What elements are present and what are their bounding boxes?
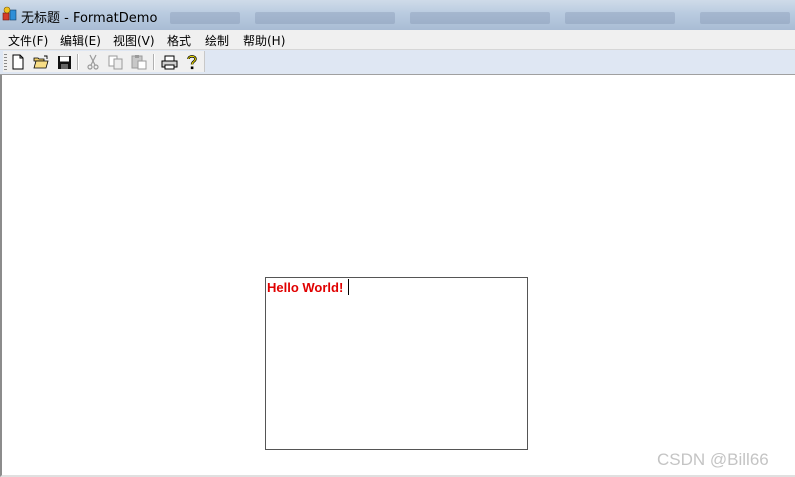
help-button[interactable] [183,53,201,71]
toolbar [0,50,795,75]
background-blur [565,12,675,24]
title-bar[interactable]: 无标题 - FormatDemo [0,0,795,31]
new-button[interactable] [9,53,27,71]
print-button[interactable] [160,53,178,71]
copy-icon [108,55,123,69]
menu-view[interactable]: 视图(V) [113,32,155,49]
text-caret [348,279,349,295]
menu-help[interactable]: 帮助(H) [243,32,285,49]
background-blur [700,12,790,24]
new-icon [12,54,24,70]
toolbar-grip[interactable] [4,54,7,70]
help-icon [187,55,197,70]
cut-button[interactable] [84,53,102,71]
window-title: 无标题 - FormatDemo [21,11,158,26]
paste-icon [131,55,147,70]
open-icon [33,55,49,69]
background-blur [170,12,240,24]
open-button[interactable] [32,53,50,71]
menu-file[interactable]: 文件(F) [8,32,48,49]
toolbar-separator [77,54,79,70]
menu-bar: 文件(F) 编辑(E) 视图(V) 格式 绘制 帮助(H) [0,30,795,50]
save-icon [57,55,71,69]
watermark: CSDN @Bill66 [657,450,769,469]
copy-button[interactable] [107,53,125,71]
hello-text: Hello World! [267,280,344,295]
background-blur [255,12,395,24]
text-frame[interactable]: Hello World! [265,277,528,450]
toolbar-panel [3,51,205,72]
cut-icon [87,54,99,70]
paste-button[interactable] [130,53,148,71]
menu-draw[interactable]: 绘制 [205,32,229,49]
menu-edit[interactable]: 编辑(E) [60,32,101,49]
background-blur [410,12,550,24]
print-icon [161,55,177,69]
save-button[interactable] [55,53,73,71]
menu-format[interactable]: 格式 [167,32,191,49]
app-icon[interactable] [2,6,18,22]
toolbar-separator [153,54,155,70]
